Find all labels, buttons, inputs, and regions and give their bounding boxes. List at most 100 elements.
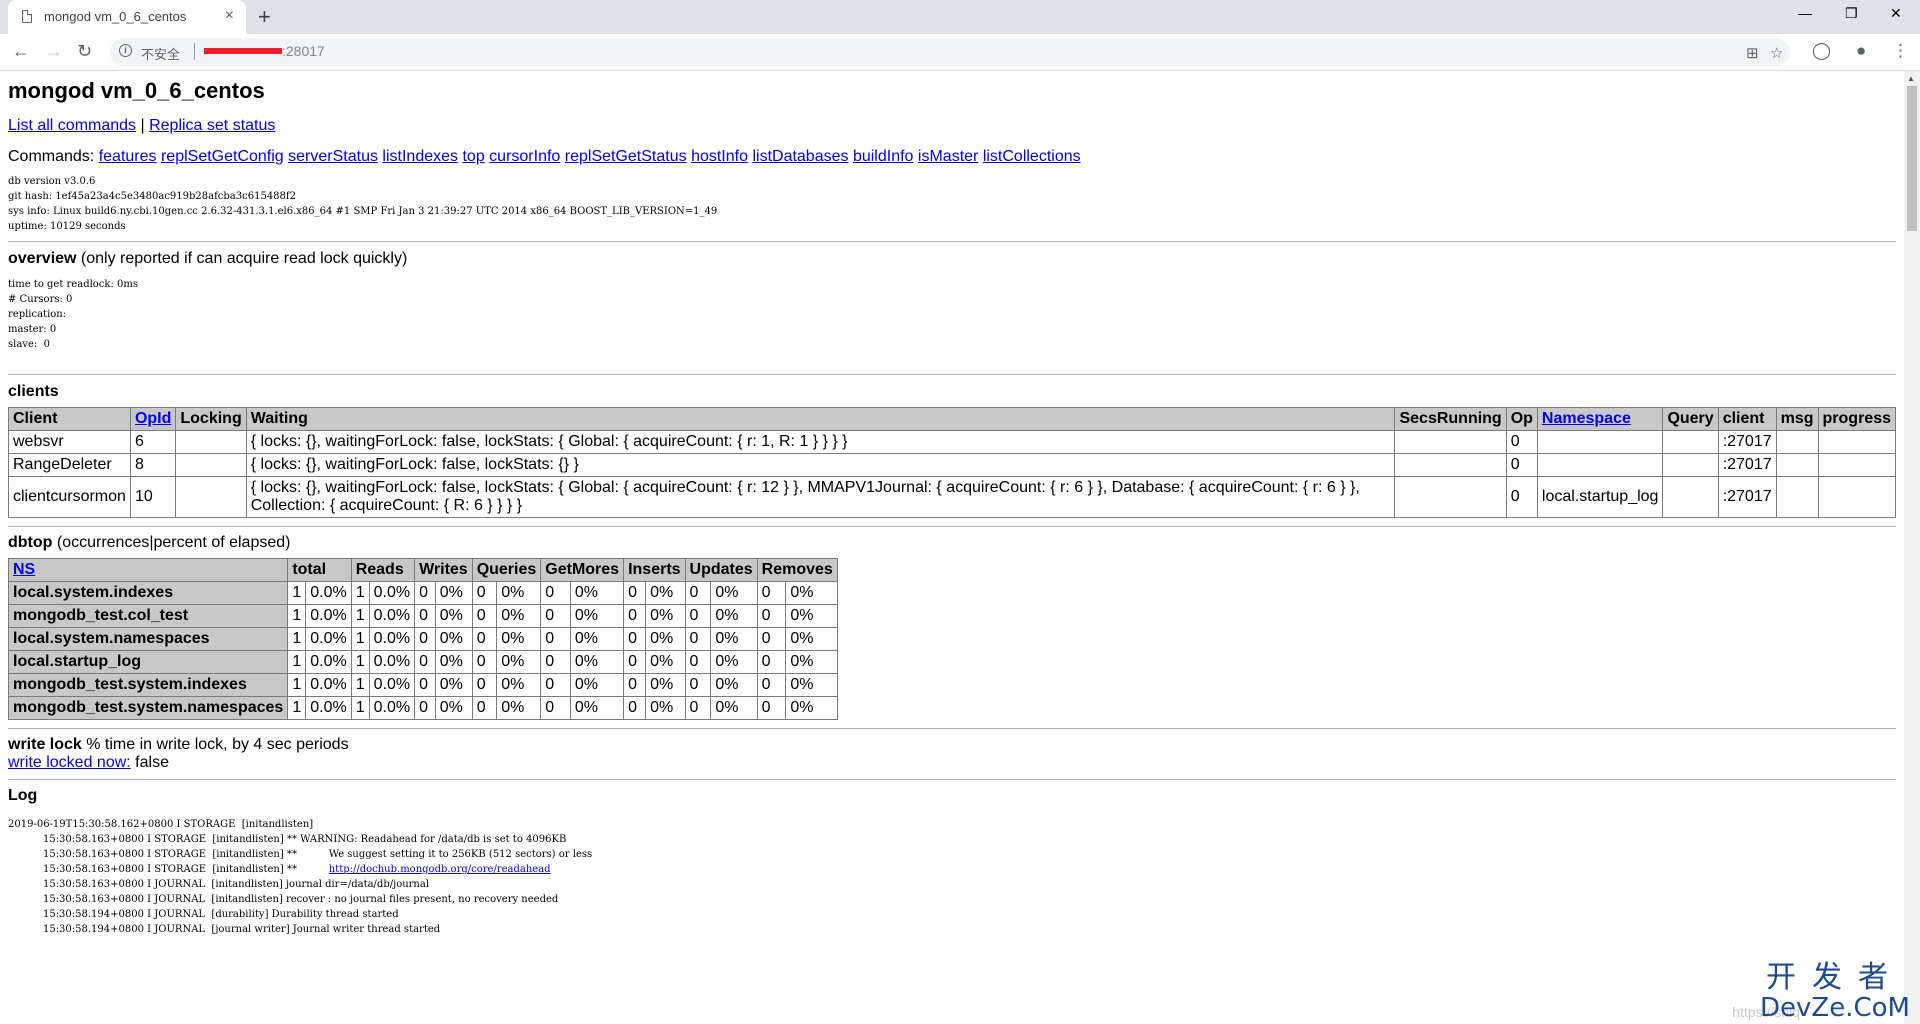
table-cell: 0 <box>540 581 571 605</box>
table-row: local.system.namespaces 1 0.0% 1 0.0% 0 0% 0 0% 0… <box>7 627 838 651</box>
page-scrollbar[interactable]: ▲ <box>1904 71 1920 1024</box>
table-cell: 0 <box>623 650 647 674</box>
address-bar[interactable]: i 不安全 :28017 ⊞ ☆ <box>110 38 1790 66</box>
command-link-top[interactable]: top <box>462 148 484 165</box>
table-cell: 0 <box>540 696 571 720</box>
scroll-up-icon[interactable]: ▲ <box>1907 74 1915 83</box>
log-line: 15:30:58.163+0800 I JOURNAL [initandlist… <box>8 879 430 890</box>
readahead-link[interactable]: http://dochub.mongodb.org/core/readahead <box>329 864 551 875</box>
table-cell: 0% <box>496 673 542 697</box>
table-row: websvr 6 { locks: {}, waitingForLock: fals… <box>8 430 1897 454</box>
link-separator: | <box>136 117 150 134</box>
restore-icon[interactable]: ❐ <box>1845 5 1858 22</box>
extension-icon[interactable]: ◯ <box>1812 41 1831 61</box>
table-cell: 0% <box>645 673 686 697</box>
table-cell: 0 <box>540 650 571 674</box>
menu-icon[interactable]: ⋮ <box>1892 41 1909 61</box>
command-link-listDatabases[interactable]: listDatabases <box>752 148 848 165</box>
table-cell: 0% <box>710 581 758 605</box>
table-cell: 0 <box>471 627 498 651</box>
table-cell: 0 <box>684 604 712 628</box>
text-line: slave: 0 <box>8 339 50 350</box>
command-link-listCollections[interactable]: listCollections <box>983 148 1081 165</box>
text-line: # Cursors: 0 <box>8 294 73 305</box>
table-cell <box>1775 453 1819 477</box>
active-tab[interactable]: mongod vm_0_6_centos × <box>8 0 246 34</box>
command-link-replSetGetConfig[interactable]: replSetGetConfig <box>161 148 284 165</box>
table-cell: 0% <box>710 673 758 697</box>
table-cell: 0.0% <box>368 627 416 651</box>
tab-close-icon[interactable]: × <box>225 7 234 25</box>
info-icon[interactable]: i <box>119 44 132 57</box>
command-link-isMaster[interactable]: isMaster <box>918 148 978 165</box>
sort-link[interactable]: NS <box>13 561 35 578</box>
command-link-serverStatus[interactable]: serverStatus <box>288 148 378 165</box>
divider <box>8 526 1896 527</box>
command-link-listIndexes[interactable]: listIndexes <box>382 148 458 165</box>
minimize-icon[interactable]: — <box>1798 5 1812 21</box>
watermark-cn: 开发者 <box>1766 960 1904 995</box>
table-cell: 0% <box>496 696 542 720</box>
table-cell <box>1394 453 1507 477</box>
table-cell: 1 <box>287 650 307 674</box>
new-tab-button[interactable]: + <box>258 4 271 30</box>
table-cell: 1 <box>287 604 307 628</box>
namespace-cell: local.system.indexes <box>7 581 289 605</box>
namespace-cell: mongodb_test.col_test <box>7 604 289 628</box>
table-cell: 0% <box>785 650 838 674</box>
text-line: sys info: Linux build6.ny.cbi.10gen.cc 2… <box>8 206 718 217</box>
table-cell <box>175 453 247 477</box>
table-cell: 0 <box>414 673 436 697</box>
log-line: 15:30:58.194+0800 I JOURNAL [durability]… <box>8 909 399 920</box>
table-cell: 0.0% <box>305 650 352 674</box>
dbtop-col-reads: Reads <box>350 558 416 582</box>
table-cell: 0 <box>623 581 647 605</box>
dbtop-heading-row: dbtop (occurrences|percent of elapsed) <box>8 534 1896 552</box>
table-cell: 0% <box>434 627 473 651</box>
sort-link[interactable]: Namespace <box>1542 410 1631 427</box>
table-cell: 0% <box>434 696 473 720</box>
table-cell: 8 <box>129 453 177 477</box>
clients-col-client: client <box>1717 407 1777 431</box>
clients-col-namespace[interactable]: Namespace <box>1536 407 1664 431</box>
tab-title: mongod vm_0_6_centos <box>44 9 187 24</box>
table-cell: 0 <box>623 673 647 697</box>
bookmark-star-icon[interactable]: ☆ <box>1770 44 1783 62</box>
replica-set-status-link[interactable]: Replica set status <box>149 117 275 134</box>
top-links: List all commands | Replica set status <box>8 117 1896 135</box>
table-row: local.startup_log 1 0.0% 1 0.0% 0 0% 0 0% 0 0% 0 0% 0… <box>7 650 838 674</box>
command-link-buildInfo[interactable]: buildInfo <box>853 148 914 165</box>
commands-label: Commands: <box>8 148 99 165</box>
command-link-hostInfo[interactable]: hostInfo <box>691 148 748 165</box>
table-cell: 1 <box>350 604 370 628</box>
profile-icon[interactable]: ● <box>1856 41 1866 61</box>
write-locked-now-link[interactable]: write locked now: <box>8 754 131 771</box>
table-cell: 0 <box>414 696 436 720</box>
clients-col-opid[interactable]: OpId <box>129 407 177 431</box>
table-cell: 0 <box>414 627 436 651</box>
table-cell: 0 <box>756 696 787 720</box>
translate-icon[interactable]: ⊞ <box>1746 44 1759 62</box>
scroll-thumb[interactable] <box>1907 86 1917 231</box>
table-cell: 10 <box>129 476 177 518</box>
sort-link[interactable]: OpId <box>135 410 171 427</box>
table-cell: 0.0% <box>368 650 416 674</box>
forward-icon[interactable]: → <box>45 41 63 62</box>
command-link-features[interactable]: features <box>99 148 157 165</box>
dbtop-col-ns[interactable]: NS <box>7 558 289 582</box>
table-cell: 1 <box>287 627 307 651</box>
window-close-icon[interactable]: ✕ <box>1890 5 1902 22</box>
table-cell: 0% <box>434 604 473 628</box>
table-cell: :27017 <box>1717 453 1777 477</box>
write-lock-heading: write lock <box>8 736 82 753</box>
clients-col-waiting: Waiting <box>245 407 1396 431</box>
table-cell: 0.0% <box>305 627 352 651</box>
reload-icon[interactable]: ↻ <box>77 41 92 62</box>
back-icon[interactable]: ← <box>12 41 30 62</box>
log-heading: Log <box>8 787 38 804</box>
command-link-cursorInfo[interactable]: cursorInfo <box>489 148 560 165</box>
table-cell: 6 <box>129 430 177 454</box>
list-all-commands-link[interactable]: List all commands <box>8 117 136 134</box>
log-heading-row: Log <box>8 787 1896 805</box>
command-link-replSetGetStatus[interactable]: replSetGetStatus <box>565 148 687 165</box>
